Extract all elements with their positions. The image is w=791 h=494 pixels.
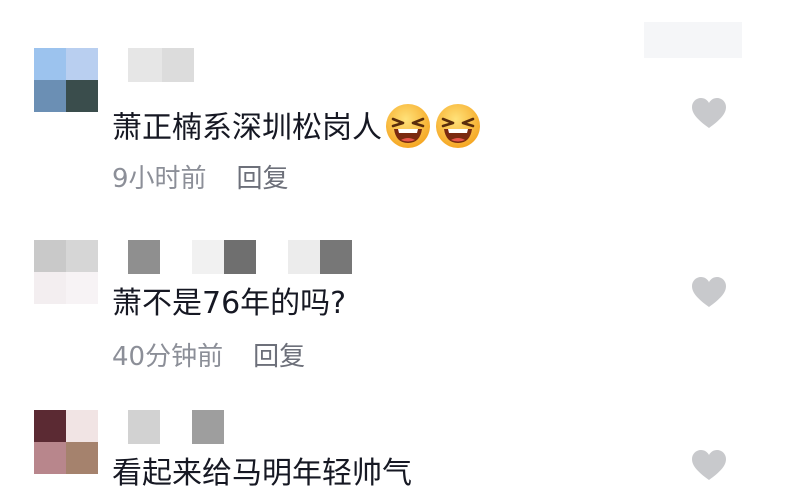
comment-time: 40分钟前 — [112, 342, 224, 372]
heart-icon[interactable] — [690, 275, 728, 309]
comment-time: 9小时前 — [112, 164, 207, 194]
heart-icon[interactable] — [690, 448, 728, 482]
heart-icon[interactable] — [690, 96, 728, 130]
avatar[interactable] — [34, 240, 98, 304]
reply-button[interactable]: 回复 — [253, 342, 305, 372]
comment-text: 看起来给马明年轻帅气 — [112, 456, 412, 491]
laughing-emoji-icon — [386, 104, 430, 148]
reply-button[interactable]: 回复 — [237, 164, 289, 194]
comment-meta: 40分钟前 回复 — [112, 340, 305, 374]
avatar[interactable] — [34, 48, 98, 112]
comment-text: 萧正楠系深圳松岗人 — [112, 104, 482, 150]
blurred-header-block — [644, 22, 742, 58]
comment-meta: 9小时前 回复 — [112, 162, 289, 196]
avatar[interactable] — [34, 410, 98, 474]
laughing-emoji-icon — [436, 104, 480, 148]
comment-text: 萧不是76年的吗? — [112, 286, 347, 321]
